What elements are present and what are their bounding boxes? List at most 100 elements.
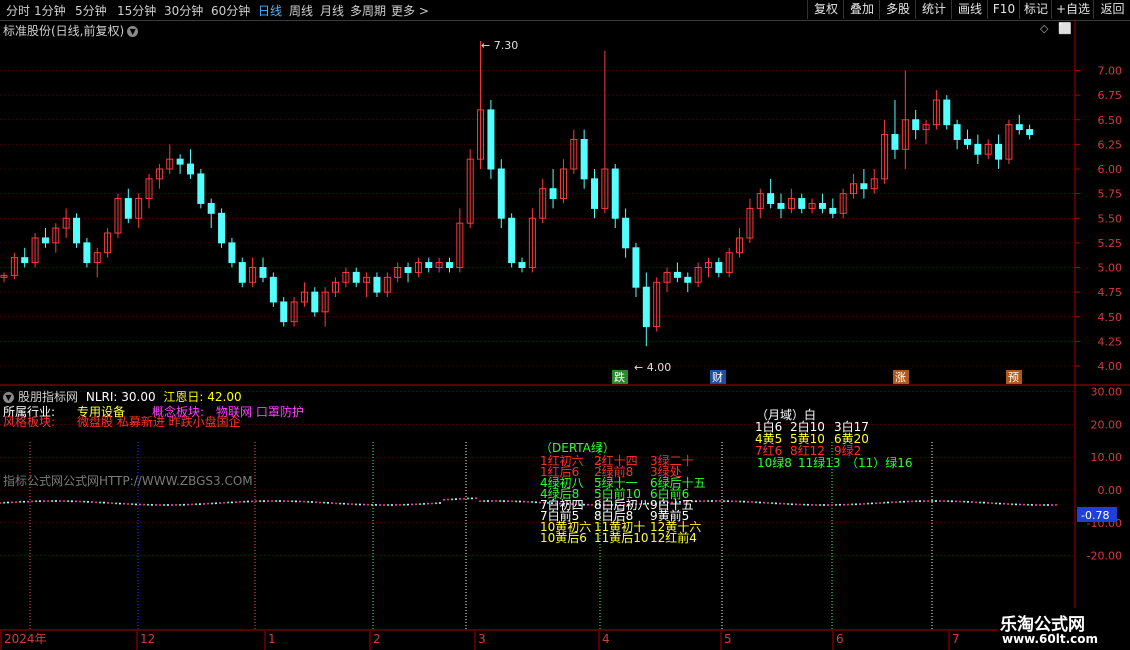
indicator-dot [311, 501, 313, 504]
time-axis-label: 2 [373, 632, 381, 646]
indicator-dot [399, 503, 401, 506]
candle-body [83, 242, 91, 264]
indicator-dot [319, 501, 321, 504]
indicator-dot [431, 502, 433, 505]
indicator-dot [1055, 503, 1057, 506]
indicator-dot [703, 500, 705, 503]
indicator-dot [899, 500, 901, 503]
indicator-dot [907, 500, 909, 503]
indicator-dot [107, 501, 109, 504]
time-axis-label: 12 [140, 632, 155, 646]
indicator-dot [143, 503, 145, 506]
indicator-dot [163, 503, 165, 506]
indicator-dot [391, 503, 393, 506]
indicator-dot [1027, 503, 1029, 506]
indicator-dot [191, 503, 193, 506]
price-tick-label: 4.75 [1098, 286, 1123, 299]
price-tick-label: 6.00 [1098, 163, 1123, 176]
indicator-dot [695, 500, 697, 503]
indicator-dot [75, 500, 77, 503]
indicator-dot [95, 501, 97, 504]
indicator-dot [387, 503, 389, 506]
time-axis-label: 5 [724, 632, 732, 646]
candle-body [487, 109, 495, 170]
indicator-dot [135, 503, 137, 506]
indicator-dot [971, 501, 973, 504]
indicator-dot [963, 500, 965, 503]
chart-canvas[interactable]: 7.00 6.75 6.50 6.25 6.00 5.75 5.50 5.25 5.00 4.75… [0, 0, 1130, 650]
low-price-label: ← 4.00 [634, 361, 671, 374]
indicator-dot [23, 500, 25, 503]
nlri-value: NLRI: 30.00 [85, 390, 156, 404]
candle-body [518, 262, 526, 269]
indicator-dot [931, 500, 933, 503]
indicator-dot [263, 500, 265, 503]
candle-body [445, 262, 453, 269]
indicator-dot [275, 500, 277, 503]
indicator-dot [759, 501, 761, 504]
high-price-label: ← 7.30 [481, 39, 518, 52]
indicator-dot [211, 502, 213, 505]
indicator-dot [847, 503, 849, 506]
indicator-tick-label: -20.00 [1087, 550, 1122, 563]
indicator-title-bar: ▼ 股朋指标网 NLRI: 30.00 江恩日: 42.00 [3, 388, 242, 405]
indicator-dot [315, 501, 317, 504]
indicator-dot [151, 503, 153, 506]
indicator-dot [723, 500, 725, 503]
event-tag-label: 预 [1008, 371, 1019, 384]
indicator-dot [303, 500, 305, 503]
candle-body [974, 143, 982, 155]
indicator-dot [523, 500, 525, 503]
indicator-dot [771, 502, 773, 505]
indicator-dot [47, 500, 49, 503]
indicator-dot [103, 501, 105, 504]
indicator-dot [943, 500, 945, 503]
candle-body [73, 217, 81, 244]
candle-body [508, 217, 516, 264]
indicator-dot [927, 500, 929, 503]
chevron-down-icon[interactable]: ▼ [3, 392, 14, 403]
indicator-tick-label: 10.00 [1091, 451, 1123, 464]
candle-body [642, 286, 650, 328]
candle-body [963, 138, 971, 145]
time-axis-label: 3 [478, 632, 486, 646]
indicator-dot [375, 503, 377, 506]
candle-body [829, 207, 837, 214]
indicator-dot [779, 502, 781, 505]
indicator-dot [783, 502, 785, 505]
indicator-dot [91, 501, 93, 504]
indicator-dot [871, 502, 873, 505]
candle-body [186, 163, 194, 175]
candle-body [425, 262, 433, 269]
style-label: 风格板块: [3, 414, 55, 429]
indicator-dot [791, 503, 793, 506]
indicator-dot [351, 503, 353, 506]
derta-cell: 11黄后10 [594, 531, 649, 545]
time-axis-label: 2024年 [4, 632, 47, 646]
indicator-dot [171, 503, 173, 506]
candle-body [207, 202, 215, 214]
jiangen-value: 江恩日: 42.00 [163, 390, 242, 404]
indicator-dot [323, 501, 325, 504]
indicator-dot [1047, 503, 1049, 506]
candle-body [280, 301, 288, 323]
indicator-dot [707, 500, 709, 503]
indicator-dot [483, 500, 485, 503]
indicator-dot [719, 500, 721, 503]
event-tag-label: 财 [712, 370, 723, 384]
indicator-dot [807, 503, 809, 506]
indicator-dot [983, 501, 985, 504]
indicator-dot [127, 502, 129, 505]
indicator-dot [855, 503, 857, 506]
candle-body [715, 262, 723, 273]
indicator-dot [419, 503, 421, 506]
event-tag-label: 跌 [614, 370, 625, 384]
candle-body [176, 158, 184, 165]
time-axis-label: 6 [836, 632, 844, 646]
indicator-dot [451, 498, 453, 501]
candle-body [798, 198, 806, 209]
candle-body [373, 276, 381, 293]
indicator-dot [67, 500, 69, 503]
indicator-dot [843, 503, 845, 506]
indicator-dot [299, 500, 301, 503]
